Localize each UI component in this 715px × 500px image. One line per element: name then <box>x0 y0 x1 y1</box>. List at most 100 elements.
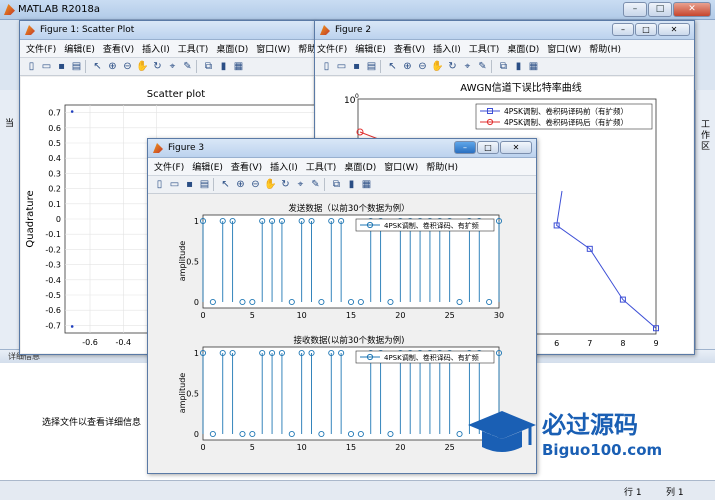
new-figure-icon[interactable]: ▯ <box>25 60 38 73</box>
colorbar-icon[interactable]: ▮ <box>345 178 358 191</box>
menu-view[interactable]: 查看(V) <box>231 160 262 173</box>
details-message: 选择文件以查看详细信息 <box>42 418 142 428</box>
menu-edit[interactable]: 编辑(E) <box>192 160 223 173</box>
legend-icon[interactable]: ▦ <box>232 60 245 73</box>
menu-view[interactable]: 查看(V) <box>394 42 425 55</box>
figure2-maximize-button[interactable]: □ <box>635 23 657 36</box>
stem-xtick-label: 25 <box>445 443 455 452</box>
menu-file[interactable]: 文件(F) <box>317 42 347 55</box>
legend-icon[interactable]: ▦ <box>527 60 540 73</box>
zoom-out-icon[interactable]: ⊖ <box>121 60 134 73</box>
main-maximize-button[interactable]: □ <box>648 2 672 17</box>
brush-icon[interactable]: ✎ <box>476 60 489 73</box>
figure3-close-button[interactable]: ✕ <box>500 141 532 154</box>
new-figure-icon[interactable]: ▯ <box>320 60 333 73</box>
zoom-in-icon[interactable]: ⊕ <box>106 60 119 73</box>
figure1-title: Figure 1: Scatter Plot <box>40 25 135 35</box>
main-close-button[interactable]: ✕ <box>673 2 711 17</box>
zoom-out-icon[interactable]: ⊖ <box>249 178 262 191</box>
save-icon[interactable]: ▪ <box>55 60 68 73</box>
menu-insert[interactable]: 插入(I) <box>142 42 170 55</box>
link-icon[interactable]: ⧉ <box>202 60 215 73</box>
menu-edit[interactable]: 编辑(E) <box>64 42 95 55</box>
pan-icon[interactable]: ✋ <box>264 178 277 191</box>
ber-ytick-exp: 0 <box>355 93 359 100</box>
pointer-icon[interactable]: ↖ <box>386 60 399 73</box>
new-figure-icon[interactable]: ▯ <box>153 178 166 191</box>
logo-cn-text: 必过源码 <box>542 411 638 439</box>
legend-icon[interactable]: ▦ <box>360 178 373 191</box>
rotate-icon[interactable]: ↻ <box>151 60 164 73</box>
pointer-icon[interactable]: ↖ <box>91 60 104 73</box>
print-icon[interactable]: ▤ <box>70 60 83 73</box>
link-icon[interactable]: ⧉ <box>330 178 343 191</box>
zoom-in-icon[interactable]: ⊕ <box>401 60 414 73</box>
scatter-ytick-label: -0.7 <box>45 321 61 330</box>
print-icon[interactable]: ▤ <box>198 178 211 191</box>
menu-help[interactable]: 帮助(H) <box>426 160 458 173</box>
menu-file[interactable]: 文件(F) <box>154 160 184 173</box>
open-file-icon[interactable]: ▭ <box>40 60 53 73</box>
colorbar-icon[interactable]: ▮ <box>217 60 230 73</box>
scatter-xtick-label: -0.4 <box>116 338 132 347</box>
menu-file[interactable]: 文件(F) <box>26 42 56 55</box>
brush-icon[interactable]: ✎ <box>309 178 322 191</box>
scatter-ytick-label: 0.7 <box>48 109 61 118</box>
rx-legend: 4PSK调制、卷积译码、有扩频 <box>355 350 495 364</box>
print-icon[interactable]: ▤ <box>365 60 378 73</box>
status-bar: 行 1 列 1 <box>0 480 715 500</box>
menu-tools[interactable]: 工具(T) <box>306 160 337 173</box>
menu-view[interactable]: 查看(V) <box>103 42 134 55</box>
menu-tools[interactable]: 工具(T) <box>178 42 209 55</box>
figure1-title-bar[interactable]: Figure 1: Scatter Plot <box>20 21 314 40</box>
data-cursor-icon[interactable]: ⌖ <box>294 178 307 191</box>
stem-ytick-label: 0.5 <box>186 258 199 267</box>
status-col: 列 1 <box>666 488 684 498</box>
ber-xtick-label: 6 <box>554 339 559 348</box>
brush-icon[interactable]: ✎ <box>181 60 194 73</box>
save-icon[interactable]: ▪ <box>350 60 363 73</box>
data-cursor-icon[interactable]: ⌖ <box>166 60 179 73</box>
stem-ytick-label: 1 <box>194 349 199 358</box>
figure3-toolbar: ▯ ▭ ▪ ▤ ↖ ⊕ ⊖ ✋ ↻ ⌖ ✎ ⧉ ▮ ▦ <box>148 176 536 194</box>
figure3-title-bar[interactable]: Figure 3 – □ ✕ <box>148 139 536 158</box>
menu-insert[interactable]: 插入(I) <box>433 42 461 55</box>
graduation-cap-icon <box>468 411 536 452</box>
menu-window[interactable]: 窗口(W) <box>256 42 290 55</box>
workspace-strip[interactable]: 工作区 <box>695 90 715 350</box>
main-minimize-button[interactable]: – <box>623 2 647 17</box>
open-file-icon[interactable]: ▭ <box>168 178 181 191</box>
menu-tools[interactable]: 工具(T) <box>469 42 500 55</box>
data-cursor-icon[interactable]: ⌖ <box>461 60 474 73</box>
menu-help[interactable]: 帮助(H) <box>589 42 621 55</box>
figure2-title-bar[interactable]: Figure 2 – □ ✕ <box>315 21 694 40</box>
figure3-maximize-button[interactable]: □ <box>477 141 499 154</box>
scatter-ytick-label: -0.5 <box>45 291 61 300</box>
menu-desktop[interactable]: 桌面(D) <box>216 42 248 55</box>
pan-icon[interactable]: ✋ <box>136 60 149 73</box>
menu-insert[interactable]: 插入(I) <box>270 160 298 173</box>
figure2-close-button[interactable]: ✕ <box>658 23 690 36</box>
menu-desktop[interactable]: 桌面(D) <box>344 160 376 173</box>
pointer-icon[interactable]: ↖ <box>219 178 232 191</box>
figure2-minimize-button[interactable]: – <box>612 23 634 36</box>
menu-window[interactable]: 窗口(W) <box>547 42 581 55</box>
pan-icon[interactable]: ✋ <box>431 60 444 73</box>
menu-desktop[interactable]: 桌面(D) <box>507 42 539 55</box>
tx-title: 发送数据（以前30个数据为例） <box>288 203 409 214</box>
save-icon[interactable]: ▪ <box>183 178 196 191</box>
link-icon[interactable]: ⧉ <box>497 60 510 73</box>
zoom-in-icon[interactable]: ⊕ <box>234 178 247 191</box>
scatter-ytick-label: -0.1 <box>45 230 61 239</box>
open-file-icon[interactable]: ▭ <box>335 60 348 73</box>
menu-window[interactable]: 窗口(W) <box>384 160 418 173</box>
colorbar-icon[interactable]: ▮ <box>512 60 525 73</box>
menu-edit[interactable]: 编辑(E) <box>355 42 386 55</box>
current-folder-strip[interactable]: 当 <box>0 90 20 350</box>
rotate-icon[interactable]: ↻ <box>279 178 292 191</box>
figure3-minimize-button[interactable]: – <box>454 141 476 154</box>
stem-xtick-label: 20 <box>395 311 405 320</box>
zoom-out-icon[interactable]: ⊖ <box>416 60 429 73</box>
stem-ytick-label: 1 <box>194 217 199 226</box>
rotate-icon[interactable]: ↻ <box>446 60 459 73</box>
